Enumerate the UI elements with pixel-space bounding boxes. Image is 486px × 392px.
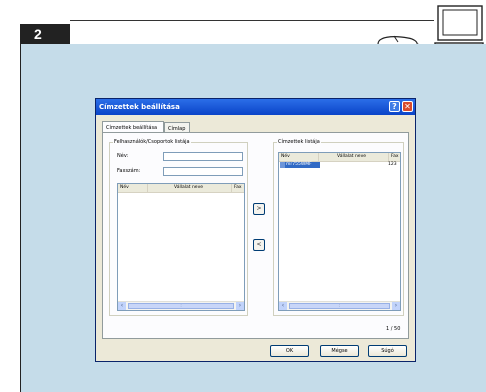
scroll-right-icon[interactable]: › xyxy=(392,302,400,310)
ok-button[interactable]: OK xyxy=(270,345,309,357)
users-list-header: Név Vállalat neve Fax xyxy=(118,184,244,193)
recipients-list-hscrollbar[interactable]: ‹ : › xyxy=(279,301,400,310)
column-header-company[interactable]: Vállalat neve xyxy=(319,153,389,161)
add-recipient-button[interactable]: > xyxy=(253,203,265,215)
users-list-hscrollbar[interactable]: ‹ : › xyxy=(118,301,244,310)
name-label: Név: xyxy=(117,153,129,159)
recipient-count: 1 / 50 xyxy=(386,326,401,332)
tab-panel: Felhasználók/Csoportok listája Név: Faxs… xyxy=(102,132,409,339)
users-groups-legend: Felhasználók/Csoportok listája xyxy=(114,139,190,145)
column-header-fax[interactable]: Fax xyxy=(232,184,244,192)
page: 2 Címzettek beállítása ? ✕ Címzettek beá… xyxy=(0,0,486,392)
users-list[interactable]: Név Vállalat neve Fax ‹ : › xyxy=(117,183,245,311)
column-header-company[interactable]: Vállalat neve xyxy=(148,184,232,192)
column-header-name[interactable]: Név xyxy=(118,184,148,192)
cancel-button[interactable]: Mégse xyxy=(320,345,359,357)
name-input[interactable] xyxy=(163,152,243,161)
scroll-thumb[interactable]: : xyxy=(128,303,234,309)
user-icon xyxy=(280,162,285,168)
recipients-legend: Címzettek listája xyxy=(278,139,320,145)
fax-label: Faxszám: xyxy=(117,168,141,174)
column-header-fax[interactable]: Fax xyxy=(389,153,400,161)
scroll-left-icon[interactable]: ‹ xyxy=(118,302,126,310)
help-title-button[interactable]: ? xyxy=(389,101,400,112)
recipient-fax: 123 xyxy=(388,162,397,167)
dialog-title: Címzettek beállítása xyxy=(99,103,180,111)
recipient-settings-dialog: Címzettek beállítása ? ✕ Címzettek beáll… xyxy=(95,98,416,362)
scroll-thumb[interactable]: : xyxy=(289,303,390,309)
step-badge: 2 xyxy=(20,24,70,44)
recipient-name[interactable]: mr755WMF xyxy=(280,162,320,168)
dialog-titlebar[interactable]: Címzettek beállítása ? ✕ xyxy=(96,99,415,115)
close-button[interactable]: ✕ xyxy=(402,101,413,112)
scroll-left-icon[interactable]: ‹ xyxy=(279,302,287,310)
fax-input[interactable] xyxy=(163,167,243,176)
recipients-list[interactable]: Név Vállalat neve Fax mr755WMF 123 ‹ : › xyxy=(278,152,401,311)
column-header-name[interactable]: Név xyxy=(279,153,319,161)
help-button[interactable]: Súgó xyxy=(368,345,407,357)
remove-recipient-button[interactable]: < xyxy=(253,239,265,251)
recipients-list-header: Név Vállalat neve Fax xyxy=(279,153,400,162)
scroll-right-icon[interactable]: › xyxy=(236,302,244,310)
